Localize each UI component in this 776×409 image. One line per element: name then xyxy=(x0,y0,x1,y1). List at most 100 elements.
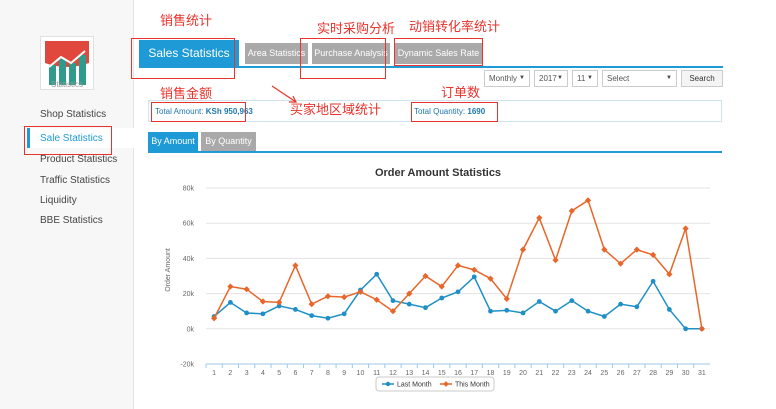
chevron-down-icon: ▼ xyxy=(557,75,563,81)
chart-title: Order Amount Statistics xyxy=(375,167,501,179)
chart-grid xyxy=(206,187,710,365)
data-point[interactable] xyxy=(682,225,689,232)
data-point[interactable] xyxy=(439,295,445,301)
data-point[interactable] xyxy=(569,298,575,304)
data-point[interactable] xyxy=(227,283,234,290)
data-point[interactable] xyxy=(390,298,396,304)
x-tick-label: 13 xyxy=(405,370,413,377)
chevron-down-icon: ▼ xyxy=(519,75,525,81)
annotation-sales-stats: 销售统计 xyxy=(160,14,213,29)
data-point[interactable] xyxy=(536,214,543,222)
data-point[interactable] xyxy=(325,315,331,321)
data-point[interactable] xyxy=(471,266,478,273)
data-point[interactable] xyxy=(519,246,527,253)
data-point[interactable] xyxy=(374,271,380,277)
data-point[interactable] xyxy=(423,305,428,311)
x-tick-label: 30 xyxy=(682,370,690,377)
data-point[interactable] xyxy=(683,326,689,332)
sidebar-item-product-statistics[interactable]: Product Statistics xyxy=(40,154,117,165)
sub-tabs-underline xyxy=(148,151,722,153)
year-select[interactable]: 2017 ▼ xyxy=(534,70,568,87)
sidebar-item-liquidity[interactable]: Liquidity xyxy=(40,195,77,206)
data-point[interactable] xyxy=(276,299,283,306)
tab-by-amount[interactable]: By Amount xyxy=(148,132,198,151)
y-tick-label: -20k xyxy=(180,362,194,369)
y-tick-label: 60k xyxy=(183,221,195,228)
data-point[interactable] xyxy=(666,307,672,312)
month-select[interactable]: 11 ▼ xyxy=(572,70,598,87)
tab-area-statistics[interactable]: Area Statistics xyxy=(245,43,308,64)
x-tick-label: 17 xyxy=(470,370,478,377)
highlight-dynamic-sales-rate-tab xyxy=(394,38,483,66)
x-tick-label: 21 xyxy=(535,370,543,377)
chevron-down-icon: ▼ xyxy=(666,75,672,81)
legend-label[interactable]: Last Month xyxy=(397,382,432,389)
x-tick-label: 3 xyxy=(245,370,249,377)
data-point[interactable] xyxy=(488,308,493,314)
category-select[interactable]: Select ▼ xyxy=(602,70,677,87)
data-point[interactable] xyxy=(585,308,591,314)
annotation-order-count: 订单数 xyxy=(441,86,481,101)
x-tick-label: 22 xyxy=(552,370,560,377)
data-point[interactable] xyxy=(650,278,656,284)
data-point[interactable] xyxy=(520,310,526,316)
y-tick-label: 0k xyxy=(187,326,195,333)
data-point[interactable] xyxy=(618,301,623,307)
annotation-sales-amount: 销售金额 xyxy=(160,87,213,102)
data-point[interactable] xyxy=(471,274,477,280)
order-amount-chart: Order Amount Statistics -20k 0k 20k 40k 60k 8… xyxy=(165,167,710,392)
data-point[interactable] xyxy=(292,262,299,269)
data-point[interactable] xyxy=(309,313,315,318)
x-tick-label: 29 xyxy=(665,370,673,377)
data-point[interactable] xyxy=(227,300,233,305)
data-point[interactable] xyxy=(634,304,640,310)
data-point[interactable] xyxy=(553,308,558,314)
sidebar-item-traffic-statistics[interactable]: Traffic Statistics xyxy=(40,175,110,186)
data-point[interactable] xyxy=(260,311,266,317)
data-point[interactable] xyxy=(293,307,298,312)
data-point[interactable] xyxy=(698,325,705,332)
x-tick-label: 8 xyxy=(326,370,330,377)
chart-legend[interactable]: Last Month This Month xyxy=(375,376,495,392)
period-select[interactable]: Monthly ▼ xyxy=(484,70,530,87)
x-tick-label: 18 xyxy=(487,370,495,377)
legend-marker xyxy=(385,381,391,387)
x-tick-label: 15 xyxy=(438,370,446,377)
x-tick-label: 31 xyxy=(698,370,706,377)
highlight-sales-statistics-tab xyxy=(131,38,235,79)
annotation-realtime-purchase: 实时采购分析 xyxy=(317,22,396,37)
chevron-down-icon: ▼ xyxy=(587,75,593,81)
sidebar-item-shop-statistics[interactable]: Shop Statistics xyxy=(40,109,106,120)
data-point[interactable] xyxy=(455,289,461,295)
data-point[interactable] xyxy=(244,310,250,316)
data-point[interactable] xyxy=(536,299,542,304)
category-select-value: Select xyxy=(607,74,630,83)
x-tick-label: 1 xyxy=(212,370,216,377)
x-tick-label: 19 xyxy=(503,370,511,377)
data-point[interactable] xyxy=(341,294,348,301)
x-tick-label: 24 xyxy=(584,370,592,377)
x-tick-label: 28 xyxy=(649,370,657,377)
x-tick-label: 14 xyxy=(422,370,430,377)
data-point[interactable] xyxy=(308,301,315,308)
x-axis-ticks: 1 2 3 4 5 6 7 8 9 10 11 12 13 14 15 16 17 18 19 20 21 22 23 24 2… xyxy=(205,364,706,377)
x-tick-label: 12 xyxy=(389,370,397,377)
data-point[interactable] xyxy=(341,311,347,317)
annotation-arrow-icon xyxy=(271,85,297,103)
x-tick-label: 20 xyxy=(519,370,527,377)
tab-by-quantity[interactable]: By Quantity xyxy=(201,132,256,151)
sidebar-item-bbe-statistics[interactable]: BBE Statistics xyxy=(40,215,103,226)
x-tick-label: 16 xyxy=(454,370,462,377)
data-point[interactable] xyxy=(406,301,412,307)
annotation-dynamic-rate: 动销转化率统计 xyxy=(409,20,501,35)
highlight-sale-statistics-item xyxy=(24,126,112,155)
legend-label[interactable]: This Month xyxy=(455,382,490,389)
y-tick-label: 20k xyxy=(183,291,195,298)
y-tick-label: 40k xyxy=(183,256,195,263)
data-point[interactable] xyxy=(601,314,607,319)
x-tick-label: 9 xyxy=(342,370,346,377)
period-select-value: Monthly xyxy=(489,74,518,83)
data-point[interactable] xyxy=(504,307,510,313)
search-button[interactable]: Search xyxy=(681,70,723,87)
month-select-value: 11 xyxy=(577,74,586,83)
